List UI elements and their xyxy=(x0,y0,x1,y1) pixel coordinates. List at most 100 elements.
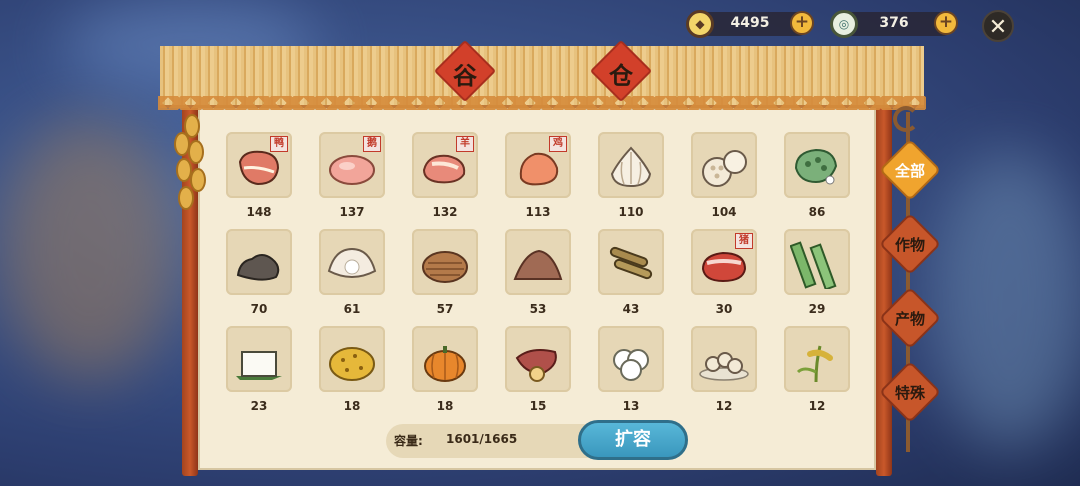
item-slot-background xyxy=(505,229,571,295)
item-seal-tag: 鹅 xyxy=(363,136,381,152)
item-count: 148 xyxy=(246,205,272,219)
garlic-icon xyxy=(610,146,652,188)
taro-icon xyxy=(422,251,468,283)
tofu-icon xyxy=(236,351,282,380)
item-seal-tag: 鸡 xyxy=(549,136,567,152)
item-slot-background xyxy=(412,229,478,295)
dumplings-icon xyxy=(699,352,749,381)
title-char-1: 谷 xyxy=(430,39,500,103)
item-slot-background xyxy=(505,326,571,392)
item-count: 12 xyxy=(715,399,733,413)
gold-coin-icon: ◆ xyxy=(686,10,714,38)
lotus-root-icon xyxy=(702,150,747,187)
jade-amount: 376 xyxy=(879,15,909,31)
item-slot[interactable]: 羊 132 xyxy=(412,132,478,219)
item-count: 86 xyxy=(808,205,826,219)
item-seal-tag: 羊 xyxy=(456,136,474,152)
bamboo-icon xyxy=(790,241,837,289)
capacity-label: 容量: xyxy=(394,434,423,448)
capacity-value: 1601/1665 xyxy=(446,432,518,446)
item-count: 43 xyxy=(622,302,640,316)
rapeseed-icon xyxy=(329,347,375,381)
item-slot[interactable]: 61 xyxy=(319,229,385,316)
jade-coin-icon: ◎ xyxy=(830,10,858,38)
item-slot[interactable]: 18 xyxy=(412,326,478,413)
item-slot[interactable]: 12 xyxy=(784,326,850,413)
roof-fringe xyxy=(158,96,926,110)
item-count: 30 xyxy=(715,302,733,316)
item-slot-background xyxy=(784,132,850,198)
item-slot-background xyxy=(319,229,385,295)
item-count: 132 xyxy=(432,205,458,219)
add-jade-button[interactable]: + xyxy=(934,11,958,35)
item-slot[interactable]: 鸡 113 xyxy=(505,132,571,219)
item-count: 15 xyxy=(529,399,547,413)
item-slot-background xyxy=(226,229,292,295)
item-count: 18 xyxy=(436,399,454,413)
sweet-potato-icon xyxy=(515,349,557,382)
item-slot[interactable]: 43 xyxy=(598,229,664,316)
item-seal-tag: 猪 xyxy=(735,233,753,249)
item-count: 57 xyxy=(436,302,454,316)
cotton-icon xyxy=(613,349,649,381)
wheat-decoration-icon xyxy=(172,114,212,222)
item-slot[interactable]: 57 xyxy=(412,229,478,316)
item-slot[interactable]: 70 xyxy=(226,229,292,316)
item-count: 137 xyxy=(339,205,365,219)
item-slot[interactable]: 110 xyxy=(598,132,664,219)
item-count: 61 xyxy=(343,302,361,316)
expand-button[interactable]: 扩容 xyxy=(578,420,688,460)
tab-all[interactable]: 全部 xyxy=(878,138,942,202)
item-count: 104 xyxy=(711,205,737,219)
item-count: 113 xyxy=(525,205,551,219)
item-slot[interactable]: 53 xyxy=(505,229,571,316)
item-slot[interactable]: 15 xyxy=(505,326,571,413)
item-slot[interactable]: 鹅 137 xyxy=(319,132,385,219)
item-slot[interactable]: 18 xyxy=(319,326,385,413)
item-slot-background xyxy=(319,326,385,392)
lotus-seed-pod-icon xyxy=(794,148,838,185)
item-slot-background xyxy=(691,326,757,392)
item-slot-background xyxy=(598,326,664,392)
rice-plant-icon xyxy=(796,345,833,383)
hook-icon xyxy=(893,106,919,132)
item-slot[interactable]: 86 xyxy=(784,132,850,219)
item-slot-background xyxy=(598,229,664,295)
pearl-shell-icon xyxy=(327,247,377,278)
item-count: 13 xyxy=(622,399,640,413)
item-slot-background xyxy=(784,229,850,295)
item-slot[interactable]: 猪 30 xyxy=(691,229,757,316)
pumpkin-icon xyxy=(424,346,466,382)
item-seal-tag: 鸭 xyxy=(270,136,288,152)
item-slot[interactable]: 29 xyxy=(784,229,850,316)
item-count: 29 xyxy=(808,302,826,316)
title-char-2: 仓 xyxy=(586,39,656,103)
wood-logs-icon xyxy=(609,246,653,280)
item-slot-background xyxy=(691,132,757,198)
item-count: 70 xyxy=(250,302,268,316)
item-slot-background xyxy=(226,326,292,392)
item-slot[interactable]: 104 xyxy=(691,132,757,219)
close-button[interactable]: ✕ xyxy=(982,10,1014,42)
gold-amount: 4495 xyxy=(730,15,770,31)
item-slot-background xyxy=(784,326,850,392)
item-count: 53 xyxy=(529,302,547,316)
tab-crops[interactable]: 作物 xyxy=(878,212,942,276)
item-count: 12 xyxy=(808,399,826,413)
item-count: 23 xyxy=(250,399,268,413)
tab-products[interactable]: 产物 xyxy=(878,286,942,350)
item-slot-background xyxy=(598,132,664,198)
gold-currency: ◆ 4495 + xyxy=(686,10,814,38)
item-slot[interactable]: 13 xyxy=(598,326,664,413)
coal-icon xyxy=(236,254,280,281)
jade-currency: ◎ 376 + xyxy=(830,10,958,38)
item-slot[interactable]: 鸭 148 xyxy=(226,132,292,219)
tab-special[interactable]: 特殊 xyxy=(878,360,942,424)
add-gold-button[interactable]: + xyxy=(790,11,814,35)
soil-icon xyxy=(513,249,563,280)
item-count: 110 xyxy=(618,205,644,219)
item-slot-background xyxy=(412,326,478,392)
item-slot[interactable]: 12 xyxy=(691,326,757,413)
item-count: 18 xyxy=(343,399,361,413)
item-slot[interactable]: 23 xyxy=(226,326,292,413)
